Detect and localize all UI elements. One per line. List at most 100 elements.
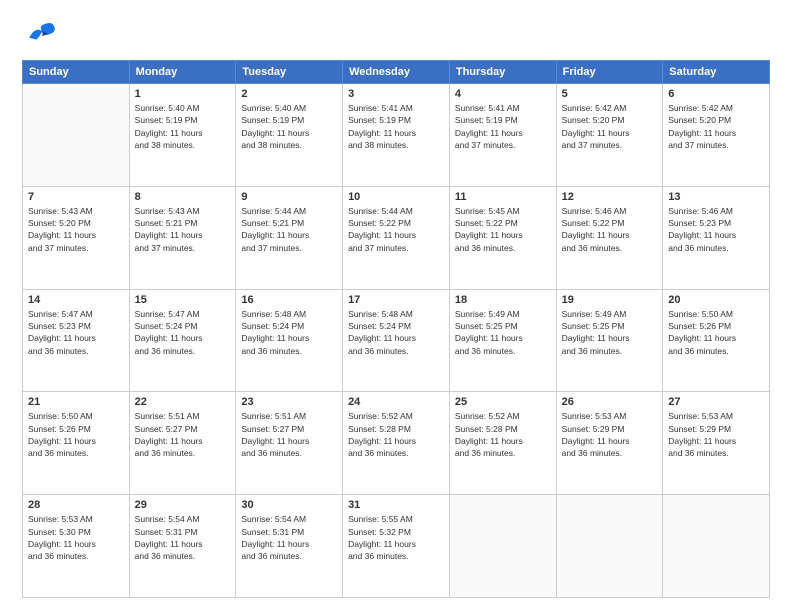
page: SundayMondayTuesdayWednesdayThursdayFrid…: [0, 0, 792, 612]
calendar-cell: 15 Sunrise: 5:47 AMSunset: 5:24 PMDayligh…: [129, 289, 236, 392]
calendar-cell: 24 Sunrise: 5:52 AMSunset: 5:28 PMDayligh…: [343, 392, 450, 495]
day-number: 17: [348, 294, 444, 306]
day-number: 24: [348, 396, 444, 408]
calendar-cell: 13 Sunrise: 5:46 AMSunset: 5:23 PMDayligh…: [663, 186, 770, 289]
day-info: Sunrise: 5:54 AMSunset: 5:31 PMDaylight:…: [135, 513, 231, 562]
day-info: Sunrise: 5:50 AMSunset: 5:26 PMDaylight:…: [28, 410, 124, 459]
calendar-cell: [556, 495, 663, 598]
calendar-cell: 20 Sunrise: 5:50 AMSunset: 5:26 PMDayligh…: [663, 289, 770, 392]
header: [22, 18, 770, 54]
calendar-table: SundayMondayTuesdayWednesdayThursdayFrid…: [22, 60, 770, 598]
day-number: 6: [668, 88, 764, 100]
calendar-cell: 29 Sunrise: 5:54 AMSunset: 5:31 PMDayligh…: [129, 495, 236, 598]
day-info: Sunrise: 5:44 AMSunset: 5:22 PMDaylight:…: [348, 205, 444, 254]
day-info: Sunrise: 5:50 AMSunset: 5:26 PMDaylight:…: [668, 308, 764, 357]
day-info: Sunrise: 5:54 AMSunset: 5:31 PMDaylight:…: [241, 513, 337, 562]
day-number: 10: [348, 191, 444, 203]
calendar-week-row: 28 Sunrise: 5:53 AMSunset: 5:30 PMDayligh…: [23, 495, 770, 598]
calendar-day-header: Thursday: [449, 61, 556, 84]
calendar-day-header: Tuesday: [236, 61, 343, 84]
day-number: 16: [241, 294, 337, 306]
day-info: Sunrise: 5:48 AMSunset: 5:24 PMDaylight:…: [241, 308, 337, 357]
calendar-cell: 23 Sunrise: 5:51 AMSunset: 5:27 PMDayligh…: [236, 392, 343, 495]
day-number: 11: [455, 191, 551, 203]
calendar-cell: 18 Sunrise: 5:49 AMSunset: 5:25 PMDayligh…: [449, 289, 556, 392]
calendar-day-header: Monday: [129, 61, 236, 84]
day-info: Sunrise: 5:52 AMSunset: 5:28 PMDaylight:…: [348, 410, 444, 459]
day-number: 26: [562, 396, 658, 408]
day-number: 20: [668, 294, 764, 306]
day-number: 7: [28, 191, 124, 203]
day-number: 25: [455, 396, 551, 408]
day-number: 23: [241, 396, 337, 408]
day-number: 1: [135, 88, 231, 100]
calendar-header-row: SundayMondayTuesdayWednesdayThursdayFrid…: [23, 61, 770, 84]
day-info: Sunrise: 5:51 AMSunset: 5:27 PMDaylight:…: [241, 410, 337, 459]
calendar-cell: 21 Sunrise: 5:50 AMSunset: 5:26 PMDayligh…: [23, 392, 130, 495]
day-info: Sunrise: 5:52 AMSunset: 5:28 PMDaylight:…: [455, 410, 551, 459]
day-info: Sunrise: 5:43 AMSunset: 5:20 PMDaylight:…: [28, 205, 124, 254]
calendar-cell: 7 Sunrise: 5:43 AMSunset: 5:20 PMDaylight…: [23, 186, 130, 289]
day-number: 15: [135, 294, 231, 306]
day-number: 14: [28, 294, 124, 306]
day-number: 19: [562, 294, 658, 306]
day-number: 13: [668, 191, 764, 203]
day-info: Sunrise: 5:53 AMSunset: 5:30 PMDaylight:…: [28, 513, 124, 562]
day-info: Sunrise: 5:48 AMSunset: 5:24 PMDaylight:…: [348, 308, 444, 357]
calendar-cell: 8Sunrise: 5:43 AMSunset: 5:21 PMDaylight…: [129, 186, 236, 289]
calendar-cell: 27Sunrise: 5:53 AMSunset: 5:29 PMDayligh…: [663, 392, 770, 495]
day-info: Sunrise: 5:42 AMSunset: 5:20 PMDaylight:…: [668, 102, 764, 151]
calendar-cell: 10 Sunrise: 5:44 AMSunset: 5:22 PMDayligh…: [343, 186, 450, 289]
calendar-cell: 6 Sunrise: 5:42 AMSunset: 5:20 PMDaylight…: [663, 84, 770, 187]
calendar-cell: 3 Sunrise: 5:41 AMSunset: 5:19 PMDaylight…: [343, 84, 450, 187]
calendar-cell: 19 Sunrise: 5:49 AMSunset: 5:25 PMDayligh…: [556, 289, 663, 392]
calendar-cell: 31 Sunrise: 5:55 AMSunset: 5:32 PMDayligh…: [343, 495, 450, 598]
day-number: 9: [241, 191, 337, 203]
day-info: Sunrise: 5:44 AMSunset: 5:21 PMDaylight:…: [241, 205, 337, 254]
day-info: Sunrise: 5:42 AMSunset: 5:20 PMDaylight:…: [562, 102, 658, 151]
day-info: Sunrise: 5:55 AMSunset: 5:32 PMDaylight:…: [348, 513, 444, 562]
calendar-week-row: 1 Sunrise: 5:40 AMSunset: 5:19 PMDaylight…: [23, 84, 770, 187]
day-info: Sunrise: 5:40 AMSunset: 5:19 PMDaylight:…: [135, 102, 231, 151]
calendar-cell: 12 Sunrise: 5:46 AMSunset: 5:22 PMDayligh…: [556, 186, 663, 289]
day-info: Sunrise: 5:51 AMSunset: 5:27 PMDaylight:…: [135, 410, 231, 459]
calendar-cell: 25 Sunrise: 5:52 AMSunset: 5:28 PMDayligh…: [449, 392, 556, 495]
logo-icon: [22, 18, 58, 54]
day-number: 2: [241, 88, 337, 100]
day-number: 21: [28, 396, 124, 408]
day-info: Sunrise: 5:47 AMSunset: 5:23 PMDaylight:…: [28, 308, 124, 357]
day-number: 29: [135, 499, 231, 511]
calendar-cell: [449, 495, 556, 598]
calendar-cell: [663, 495, 770, 598]
calendar-cell: 30 Sunrise: 5:54 AMSunset: 5:31 PMDayligh…: [236, 495, 343, 598]
calendar-week-row: 7 Sunrise: 5:43 AMSunset: 5:20 PMDaylight…: [23, 186, 770, 289]
day-info: Sunrise: 5:46 AMSunset: 5:23 PMDaylight:…: [668, 205, 764, 254]
calendar-cell: 16 Sunrise: 5:48 AMSunset: 5:24 PMDayligh…: [236, 289, 343, 392]
day-number: 18: [455, 294, 551, 306]
calendar-cell: 14 Sunrise: 5:47 AMSunset: 5:23 PMDayligh…: [23, 289, 130, 392]
day-info: Sunrise: 5:46 AMSunset: 5:22 PMDaylight:…: [562, 205, 658, 254]
day-number: 30: [241, 499, 337, 511]
day-number: 3: [348, 88, 444, 100]
day-info: Sunrise: 5:53 AMSunset: 5:29 PMDaylight:…: [562, 410, 658, 459]
calendar-cell: 2 Sunrise: 5:40 AMSunset: 5:19 PMDaylight…: [236, 84, 343, 187]
day-number: 12: [562, 191, 658, 203]
day-info: Sunrise: 5:49 AMSunset: 5:25 PMDaylight:…: [455, 308, 551, 357]
day-info: Sunrise: 5:47 AMSunset: 5:24 PMDaylight:…: [135, 308, 231, 357]
day-number: 4: [455, 88, 551, 100]
day-info: Sunrise: 5:49 AMSunset: 5:25 PMDaylight:…: [562, 308, 658, 357]
calendar-week-row: 21 Sunrise: 5:50 AMSunset: 5:26 PMDayligh…: [23, 392, 770, 495]
day-number: 31: [348, 499, 444, 511]
logo: [22, 18, 60, 54]
calendar-cell: 17 Sunrise: 5:48 AMSunset: 5:24 PMDayligh…: [343, 289, 450, 392]
calendar-cell: 22 Sunrise: 5:51 AMSunset: 5:27 PMDayligh…: [129, 392, 236, 495]
calendar-week-row: 14 Sunrise: 5:47 AMSunset: 5:23 PMDayligh…: [23, 289, 770, 392]
day-info: Sunrise: 5:40 AMSunset: 5:19 PMDaylight:…: [241, 102, 337, 151]
day-info: Sunrise: 5:41 AMSunset: 5:19 PMDaylight:…: [348, 102, 444, 151]
calendar-cell: [23, 84, 130, 187]
calendar-cell: 1 Sunrise: 5:40 AMSunset: 5:19 PMDaylight…: [129, 84, 236, 187]
day-info: Sunrise: 5:41 AMSunset: 5:19 PMDaylight:…: [455, 102, 551, 151]
day-number: 22: [135, 396, 231, 408]
calendar-day-header: Wednesday: [343, 61, 450, 84]
day-number: 28: [28, 499, 124, 511]
